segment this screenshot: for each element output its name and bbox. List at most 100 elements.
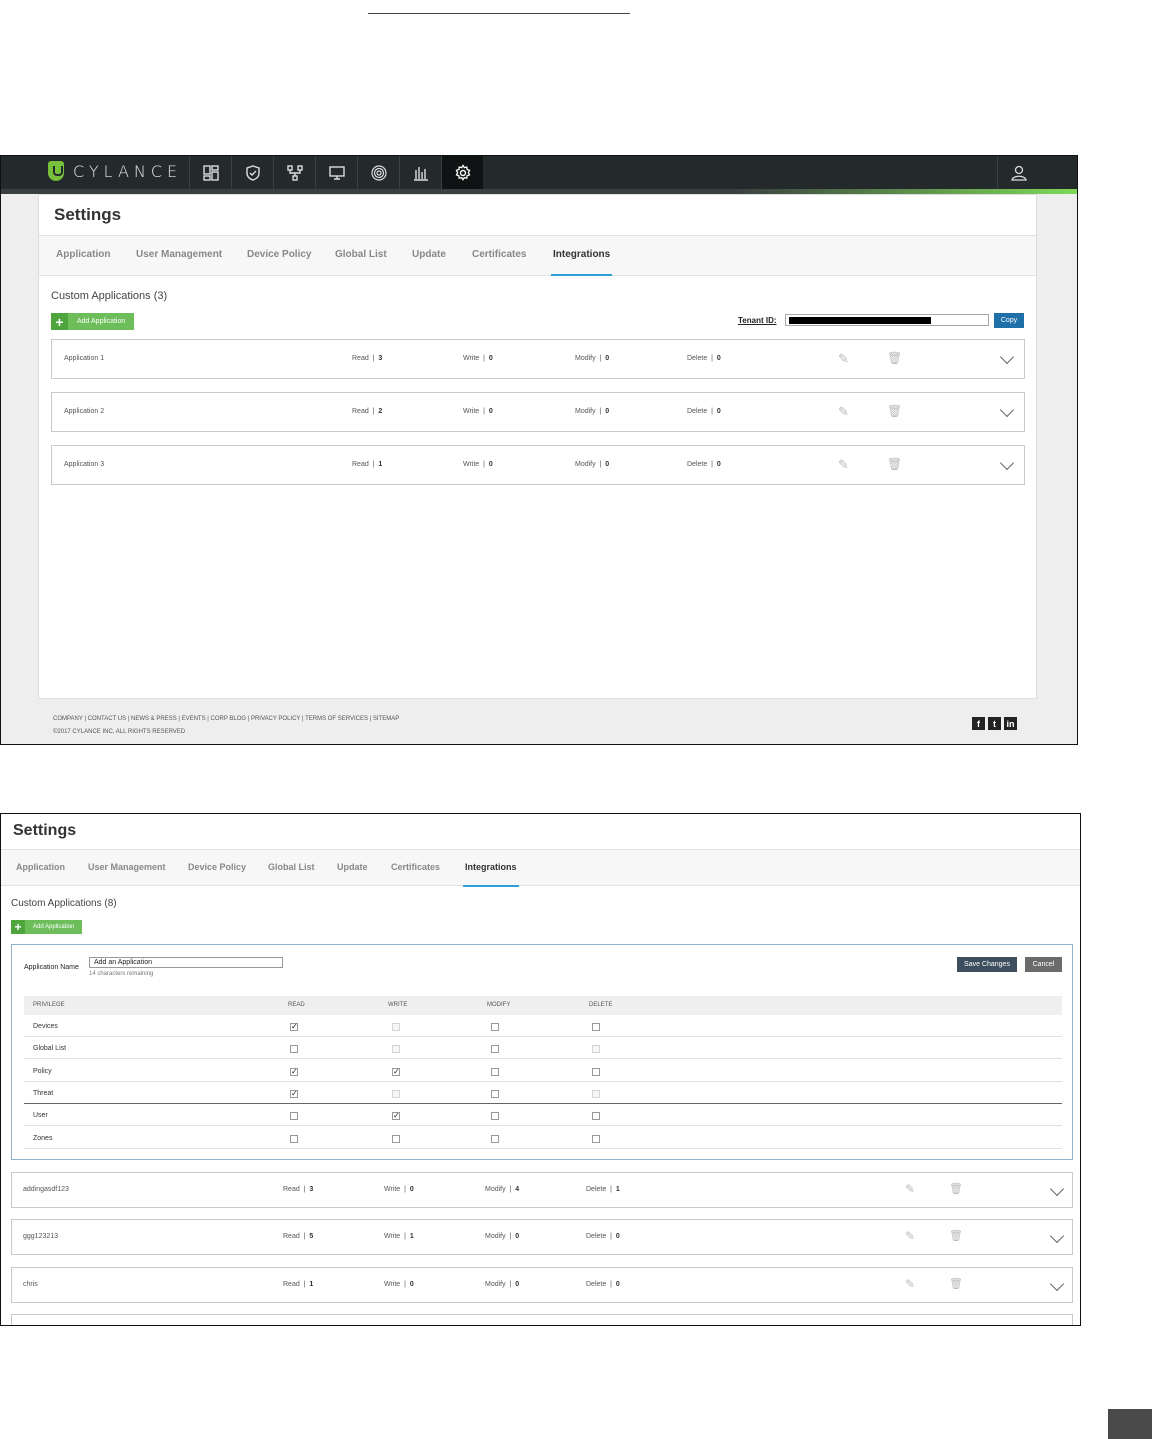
read-checkbox[interactable]: ✓ bbox=[290, 1089, 298, 1098]
read-checkbox[interactable]: ✓ bbox=[290, 1023, 298, 1031]
tab-user-management[interactable]: User Management bbox=[136, 249, 222, 260]
tab-integrations[interactable]: Integrations bbox=[551, 249, 613, 276]
application-row[interactable]: addingasdf123 Read | 3 Write | 0 Modify … bbox=[11, 1172, 1073, 1208]
user-profile-icon[interactable] bbox=[997, 156, 1040, 189]
application-row[interactable]: Application 3 Read | 1 Write | 0 Modify … bbox=[51, 445, 1025, 485]
write-checkbox[interactable]: ✓ bbox=[392, 1112, 400, 1121]
tab-application[interactable]: Application bbox=[16, 862, 65, 872]
chevron-down-icon[interactable] bbox=[1049, 1228, 1065, 1244]
twitter-icon[interactable]: t bbox=[988, 717, 1001, 730]
application-row[interactable] bbox=[11, 1314, 1073, 1325]
tab-integrations[interactable]: Integrations bbox=[463, 862, 519, 887]
column-modify: MODIFY bbox=[487, 1002, 511, 1008]
edit-pencil-icon[interactable]: ✎ bbox=[838, 457, 849, 473]
cancel-button[interactable]: Cancel bbox=[1025, 957, 1062, 972]
application-name-input[interactable]: Add an Application bbox=[89, 957, 283, 968]
tab-certificates[interactable]: Certificates bbox=[391, 862, 440, 872]
cylance-logo-icon bbox=[48, 161, 64, 181]
write-count: Write | 0 bbox=[463, 355, 493, 362]
read-checkbox[interactable]: ✓ bbox=[290, 1067, 298, 1076]
modify-count: Modify | 4 bbox=[485, 1186, 520, 1193]
monitor-icon[interactable] bbox=[315, 156, 357, 189]
application-row[interactable]: chris Read | 1 Write | 0 Modify | 0 Dele… bbox=[11, 1267, 1073, 1303]
plus-icon: + bbox=[11, 920, 25, 934]
tenant-id-label: Tenant ID: bbox=[738, 316, 777, 325]
write-checkbox bbox=[392, 1045, 400, 1054]
trash-icon[interactable]: 🗑 bbox=[887, 351, 902, 365]
modify-checkbox[interactable] bbox=[491, 1134, 499, 1143]
read-checkbox[interactable] bbox=[290, 1134, 298, 1143]
linkedin-icon[interactable]: in bbox=[1004, 717, 1017, 730]
add-application-button[interactable]: + Add Application bbox=[51, 313, 135, 330]
tenant-id-field[interactable] bbox=[785, 314, 989, 326]
application-name: Application 2 bbox=[64, 408, 105, 415]
trash-icon[interactable]: 🗑 bbox=[887, 457, 902, 471]
application-name-label: Application Name bbox=[24, 964, 79, 971]
tab-device-policy[interactable]: Device Policy bbox=[247, 249, 311, 260]
chevron-down-icon[interactable] bbox=[999, 402, 1015, 418]
add-application-label: Add Application bbox=[77, 318, 126, 325]
trash-icon[interactable]: 🗑 bbox=[887, 404, 902, 418]
privilege-row: Threat ✓ bbox=[24, 1082, 1062, 1104]
write-checkbox bbox=[392, 1023, 400, 1031]
tab-application[interactable]: Application bbox=[56, 249, 110, 260]
write-count: Write | 0 bbox=[384, 1281, 414, 1288]
edit-pencil-icon[interactable]: ✎ bbox=[838, 351, 849, 367]
modify-checkbox[interactable] bbox=[491, 1023, 499, 1031]
privilege-table-header: PRIVILEGE READ WRITE MODIFY DELETE bbox=[24, 996, 1062, 1015]
add-application-button[interactable]: + Add Application bbox=[11, 920, 83, 934]
write-checkbox[interactable]: ✓ bbox=[392, 1067, 400, 1076]
cylance-logo[interactable]: CYLANCE bbox=[48, 161, 182, 181]
read-count: Read | 1 bbox=[283, 1281, 314, 1288]
tab-user-management[interactable]: User Management bbox=[88, 862, 166, 872]
delete-count: Delete | 0 bbox=[687, 355, 721, 362]
tab-device-policy[interactable]: Device Policy bbox=[188, 862, 246, 872]
modify-checkbox[interactable] bbox=[491, 1045, 499, 1054]
modify-checkbox[interactable] bbox=[491, 1067, 499, 1076]
edit-pencil-icon[interactable]: ✎ bbox=[838, 404, 849, 420]
network-icon[interactable] bbox=[273, 156, 315, 189]
application-row[interactable]: Application 2 Read | 2 Write | 0 Modify … bbox=[51, 392, 1025, 432]
tab-certificates[interactable]: Certificates bbox=[472, 249, 526, 260]
edit-pencil-icon[interactable]: ✎ bbox=[905, 1277, 915, 1291]
tab-update[interactable]: Update bbox=[412, 249, 446, 260]
delete-checkbox[interactable] bbox=[592, 1023, 600, 1031]
application-row[interactable]: Application 1 Read | 3 Write | 0 Modify … bbox=[51, 339, 1025, 379]
chevron-down-icon[interactable] bbox=[1049, 1276, 1065, 1292]
privilege-row: Devices ✓ bbox=[24, 1015, 1062, 1037]
tab-update[interactable]: Update bbox=[337, 862, 368, 872]
delete-checkbox[interactable] bbox=[592, 1112, 600, 1121]
tab-global-list[interactable]: Global List bbox=[335, 249, 387, 260]
footer-links[interactable]: COMPANY | CONTACT US | NEWS & PRESS | EV… bbox=[53, 716, 399, 722]
edit-pencil-icon[interactable]: ✎ bbox=[905, 1182, 915, 1196]
chevron-down-icon[interactable] bbox=[999, 455, 1015, 471]
delete-checkbox bbox=[592, 1045, 600, 1054]
copy-button[interactable]: Copy bbox=[994, 313, 1024, 328]
edit-pencil-icon[interactable]: ✎ bbox=[905, 1229, 915, 1243]
trash-icon[interactable]: 🗑 bbox=[949, 1277, 963, 1290]
plus-icon: + bbox=[51, 313, 68, 330]
facebook-icon[interactable]: f bbox=[972, 717, 985, 730]
shield-icon[interactable] bbox=[231, 156, 273, 189]
write-checkbox[interactable] bbox=[392, 1134, 400, 1143]
chevron-down-icon[interactable] bbox=[1049, 1181, 1065, 1197]
delete-checkbox[interactable] bbox=[592, 1134, 600, 1143]
modify-checkbox[interactable] bbox=[491, 1112, 499, 1121]
fingerprint-icon[interactable] bbox=[357, 156, 399, 189]
save-changes-button[interactable]: Save Changes bbox=[957, 957, 1017, 972]
delete-checkbox[interactable] bbox=[592, 1067, 600, 1076]
reports-icon[interactable] bbox=[399, 156, 441, 189]
modify-checkbox[interactable] bbox=[491, 1089, 499, 1098]
application-row[interactable]: ggg123213 Read | 5 Write | 1 Modify | 0 … bbox=[11, 1219, 1073, 1255]
dashboard-icon[interactable] bbox=[189, 156, 231, 189]
modify-count: Modify | 0 bbox=[575, 461, 610, 468]
read-checkbox[interactable] bbox=[290, 1045, 298, 1054]
trash-icon[interactable]: 🗑 bbox=[949, 1229, 963, 1242]
tab-global-list[interactable]: Global List bbox=[268, 862, 315, 872]
gear-icon[interactable] bbox=[441, 156, 483, 189]
read-checkbox[interactable] bbox=[290, 1112, 298, 1121]
chevron-down-icon[interactable] bbox=[999, 349, 1015, 365]
tenant-id-redacted bbox=[789, 317, 931, 324]
privilege-row: Policy ✓ ✓ bbox=[24, 1060, 1062, 1082]
trash-icon[interactable]: 🗑 bbox=[949, 1182, 963, 1195]
